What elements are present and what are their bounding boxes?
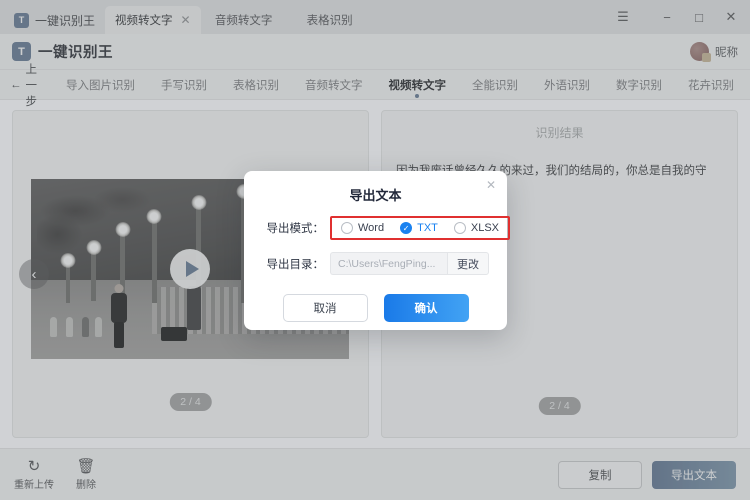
radio-option-txt[interactable]: ✓ TXT (400, 222, 438, 234)
dialog-actions: 取消 确认 (262, 294, 489, 322)
cancel-button[interactable]: 取消 (282, 294, 368, 322)
export-dir-field: C:\Users\FengPing... 更改 (330, 252, 489, 275)
radio-icon (453, 222, 466, 234)
radio-icon (341, 222, 353, 234)
radio-checked-icon: ✓ (400, 222, 413, 234)
export-mode-row: 导出模式： Word ✓ TXT XLSX (262, 216, 511, 240)
change-dir-button[interactable]: 更改 (447, 252, 489, 275)
export-dir-input[interactable]: C:\Users\FengPing... (330, 252, 447, 275)
confirm-button[interactable]: 确认 (383, 294, 469, 322)
export-dir-label: 导出目录： (266, 258, 325, 271)
export-dir-row: 导出目录： C:\Users\FengPing... 更改 (262, 252, 489, 275)
dialog-close-icon[interactable]: ✕ (484, 178, 498, 192)
export-text-dialog: ✕ 导出文本 导出模式： Word ✓ TXT XLSX 导出目录： C:\Us… (244, 171, 511, 330)
app-window: T 一键识别王 视频转文字 ✕ 音频转文字 表格识别 ☰ − □ ✕ T 一键识… (0, 0, 750, 500)
radio-label: Word (358, 222, 385, 234)
dialog-title: 导出文本 (349, 188, 402, 203)
radio-label: XLSX (470, 222, 500, 234)
radio-option-xlsx[interactable]: XLSX (453, 222, 500, 234)
export-mode-options: Word ✓ TXT XLSX (330, 216, 511, 240)
export-mode-label: 导出模式： (266, 223, 325, 235)
radio-label: TXT (417, 222, 438, 234)
radio-option-word[interactable]: Word (341, 222, 384, 234)
